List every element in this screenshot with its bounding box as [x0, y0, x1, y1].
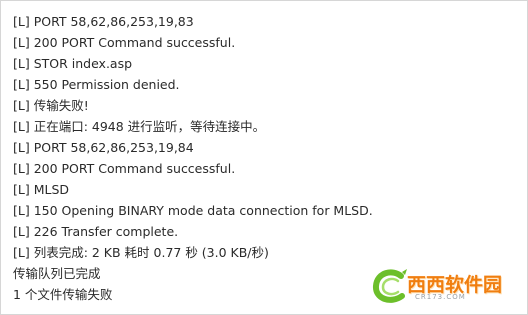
- watermark-domain: CR173.COM: [415, 293, 466, 301]
- log-line: [L] 200 PORT Command successful.: [13, 161, 236, 176]
- log-line: [L] 传输失败!: [13, 98, 89, 113]
- log-line: [L] 列表完成: 2 KB 耗时 0.77 秒 (3.0 KB/秒): [13, 245, 269, 260]
- log-line: [L] MLSD: [13, 182, 69, 197]
- log-line: [L] 226 Transfer complete.: [13, 224, 179, 239]
- transfer-log: [L] PORT 58,62,86,253,19,83 [L] 200 PORT…: [13, 11, 519, 305]
- log-line: [L] 正在端口: 4948 进行监听，等待连接中。: [13, 119, 266, 134]
- log-line: [L] 550 Permission denied.: [13, 77, 180, 92]
- site-watermark: 西西软件园 CR173.COM: [371, 268, 521, 306]
- log-line: [L] 150 Opening BINARY mode data connect…: [13, 203, 373, 218]
- log-panel: [L] PORT 58,62,86,253,19,83 [L] 200 PORT…: [0, 0, 528, 315]
- log-line: [L] 200 PORT Command successful.: [13, 35, 236, 50]
- watermark-logo-icon: [373, 269, 407, 303]
- log-line: [L] PORT 58,62,86,253,19,84: [13, 140, 194, 155]
- log-line: [L] STOR index.asp: [13, 56, 133, 71]
- log-line: [L] PORT 58,62,86,253,19,83: [13, 14, 194, 29]
